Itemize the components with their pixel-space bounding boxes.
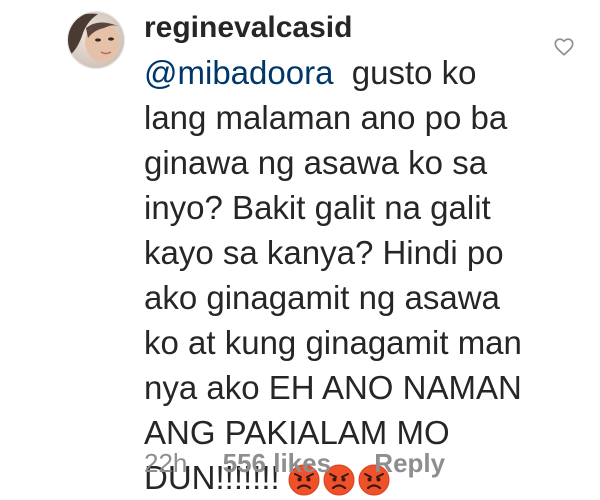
likes-count[interactable]: 556 likes <box>223 443 331 483</box>
comment-line-4: inyo? Bakit galit na galit <box>144 189 491 226</box>
comment-line-3: ginawa ng asawa ko sa <box>144 144 488 181</box>
comment-line-5: kayo sa kanya? Hindi po <box>144 234 504 271</box>
avatar[interactable] <box>67 11 125 69</box>
comment-meta: 22h 556 likes Reply <box>144 443 445 483</box>
comment-line-1: @mibadoora gusto ko <box>144 50 544 95</box>
comment-line-2: lang malaman ano po ba <box>144 99 508 136</box>
comment-item: reginevalcasid @mibadoora gusto ko lang … <box>0 0 600 500</box>
heart-outline-icon[interactable] <box>553 36 575 58</box>
mention-link[interactable]: @mibadoora <box>144 54 333 91</box>
comment-line-6: ako ginagamit ng asawa <box>144 279 500 316</box>
comment-line-8: nya ako EH ANO NAMAN <box>144 369 522 406</box>
comment-timestamp[interactable]: 22h <box>144 443 187 483</box>
comment-text: @mibadoora gusto ko lang malaman ano po … <box>144 50 544 500</box>
username[interactable]: reginevalcasid <box>144 6 352 50</box>
reply-button[interactable]: Reply <box>374 443 445 483</box>
comment-line-1-text: gusto ko <box>351 54 477 91</box>
comment-line-7: ko at kung ginagamit man <box>144 324 522 361</box>
